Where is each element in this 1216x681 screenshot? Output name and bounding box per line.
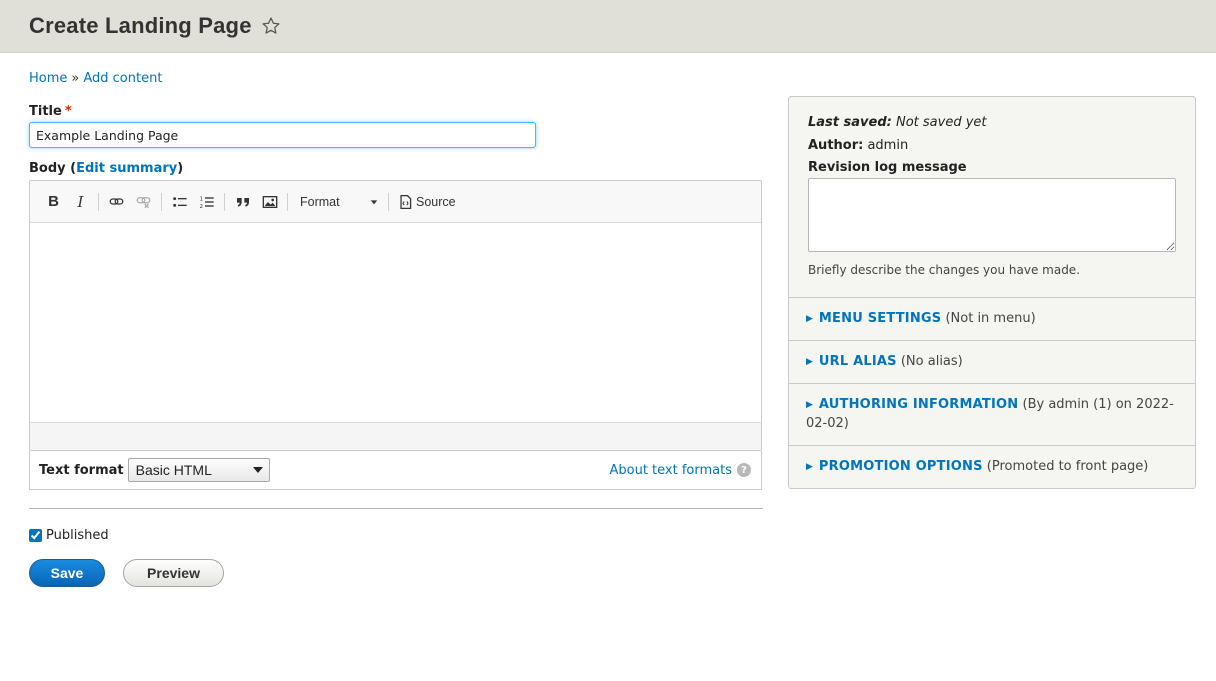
published-checkbox[interactable] [29, 529, 42, 542]
menu-settings-section[interactable]: ▶ Menu Settings (Not in menu) [789, 298, 1195, 342]
authoring-information-section[interactable]: ▶ Authoring Information (By admin (1) on … [789, 384, 1195, 446]
author-label: Author: [808, 138, 864, 153]
text-format-label: Text format [39, 462, 124, 478]
edit-summary-link[interactable]: Edit summary [76, 161, 177, 176]
triangle-right-icon: ▶ [806, 357, 813, 368]
url-alias-section[interactable]: ▶ URL Alias (No alias) [789, 341, 1195, 385]
form-actions: Save Preview [29, 559, 224, 587]
title-input[interactable] [29, 122, 536, 148]
italic-button[interactable]: I [67, 188, 94, 216]
quote-icon [236, 197, 249, 207]
blockquote-button[interactable] [229, 188, 256, 216]
text-format-selected: Basic HTML [135, 462, 212, 478]
last-saved-value: Not saved yet [895, 115, 987, 130]
bold-button[interactable]: B [40, 188, 67, 216]
save-button[interactable]: Save [29, 559, 105, 587]
caret-down-icon [252, 467, 263, 473]
source-icon [400, 194, 412, 209]
triangle-right-icon: ▶ [806, 314, 813, 324]
breadcrumb-add-content-link[interactable]: Add content [83, 71, 162, 86]
caret-down-icon [370, 199, 378, 204]
star-icon[interactable] [261, 16, 281, 36]
numbered-list-icon: 12 [199, 196, 214, 210]
format-dropdown[interactable]: Format [292, 188, 384, 216]
breadcrumb: Home » Add content [29, 71, 162, 86]
sidebar-meta: Last saved: Not saved yet Author: admin … [789, 97, 1195, 298]
breadcrumb-separator: » [71, 71, 80, 86]
revision-log-label: Revision log message [808, 160, 967, 175]
link-icon [109, 198, 124, 205]
section-title[interactable]: Authoring Information [819, 397, 1018, 412]
section-title[interactable]: URL Alias [819, 354, 897, 369]
last-saved-label: Last saved: [808, 115, 892, 130]
link-button[interactable] [103, 188, 130, 216]
unlink-icon [136, 197, 151, 209]
triangle-right-icon: ▶ [806, 461, 813, 472]
last-saved: Last saved: Not saved yet [808, 115, 1176, 130]
node-sidebar: Last saved: Not saved yet Author: admin … [788, 96, 1196, 489]
section-title[interactable]: Promotion Options [819, 459, 983, 474]
numbered-list-button[interactable]: 12 [193, 188, 220, 216]
title-label: Title * [29, 104, 763, 119]
svg-text:1: 1 [199, 196, 202, 202]
image-icon [262, 195, 277, 208]
body-close-paren: ) [177, 161, 184, 176]
toolbar-separator [287, 192, 288, 211]
source-button[interactable]: Source [393, 194, 456, 209]
svg-text:2: 2 [199, 204, 202, 210]
preview-button[interactable]: Preview [123, 559, 224, 587]
required-mark: * [64, 104, 72, 119]
published-label: Published [46, 528, 109, 543]
bulleted-list-button[interactable] [166, 188, 193, 216]
editor-status-bar [30, 423, 761, 450]
text-format-select[interactable]: Basic HTML [127, 458, 270, 482]
triangle-right-icon: ▶ [806, 400, 813, 411]
section-title[interactable]: Menu Settings [819, 311, 941, 326]
toolbar-separator [224, 192, 225, 211]
editor-toolbar: B I 12 Format Source [30, 181, 761, 223]
about-text-formats-link[interactable]: About text formats [609, 463, 732, 478]
bulleted-list-icon [172, 196, 187, 207]
editor-content-area[interactable] [30, 223, 761, 423]
page-title: Create Landing Page [29, 13, 252, 38]
toolbar-separator [388, 192, 389, 211]
form-divider [29, 508, 763, 509]
body-editor: B I 12 Format Source [29, 180, 762, 451]
help-icon[interactable]: ? [737, 463, 751, 477]
body-label-text: Body [29, 161, 66, 176]
body-label: Body (Edit summary) [29, 161, 763, 176]
main-form: Title* Body (Edit summary) B I 12 [29, 104, 763, 490]
section-summary: (No alias) [900, 354, 963, 370]
published-option: Published [29, 528, 109, 543]
toolbar-separator [161, 192, 162, 211]
author: Author: admin [808, 138, 1176, 153]
title-label-text: Title [29, 104, 62, 119]
author-value: admin [867, 138, 909, 153]
format-dropdown-label: Format [300, 194, 340, 209]
toolbar-separator [98, 192, 99, 211]
revision-log-textarea[interactable] [808, 178, 1176, 252]
source-button-label: Source [416, 194, 456, 209]
text-format-bar: Text format Basic HTML About text format… [29, 451, 762, 490]
unlink-button[interactable] [130, 188, 157, 216]
page-header: Create Landing Page [0, 0, 1216, 53]
section-summary: (Promoted to front page) [986, 458, 1149, 474]
image-button[interactable] [256, 188, 283, 216]
promotion-options-section[interactable]: ▶ Promotion Options (Promoted to front pa… [789, 446, 1195, 488]
breadcrumb-home-link[interactable]: Home [29, 71, 67, 86]
section-summary: (Not in menu) [945, 311, 1036, 326]
revision-log-description: Briefly describe the changes you have ma… [808, 263, 1081, 277]
